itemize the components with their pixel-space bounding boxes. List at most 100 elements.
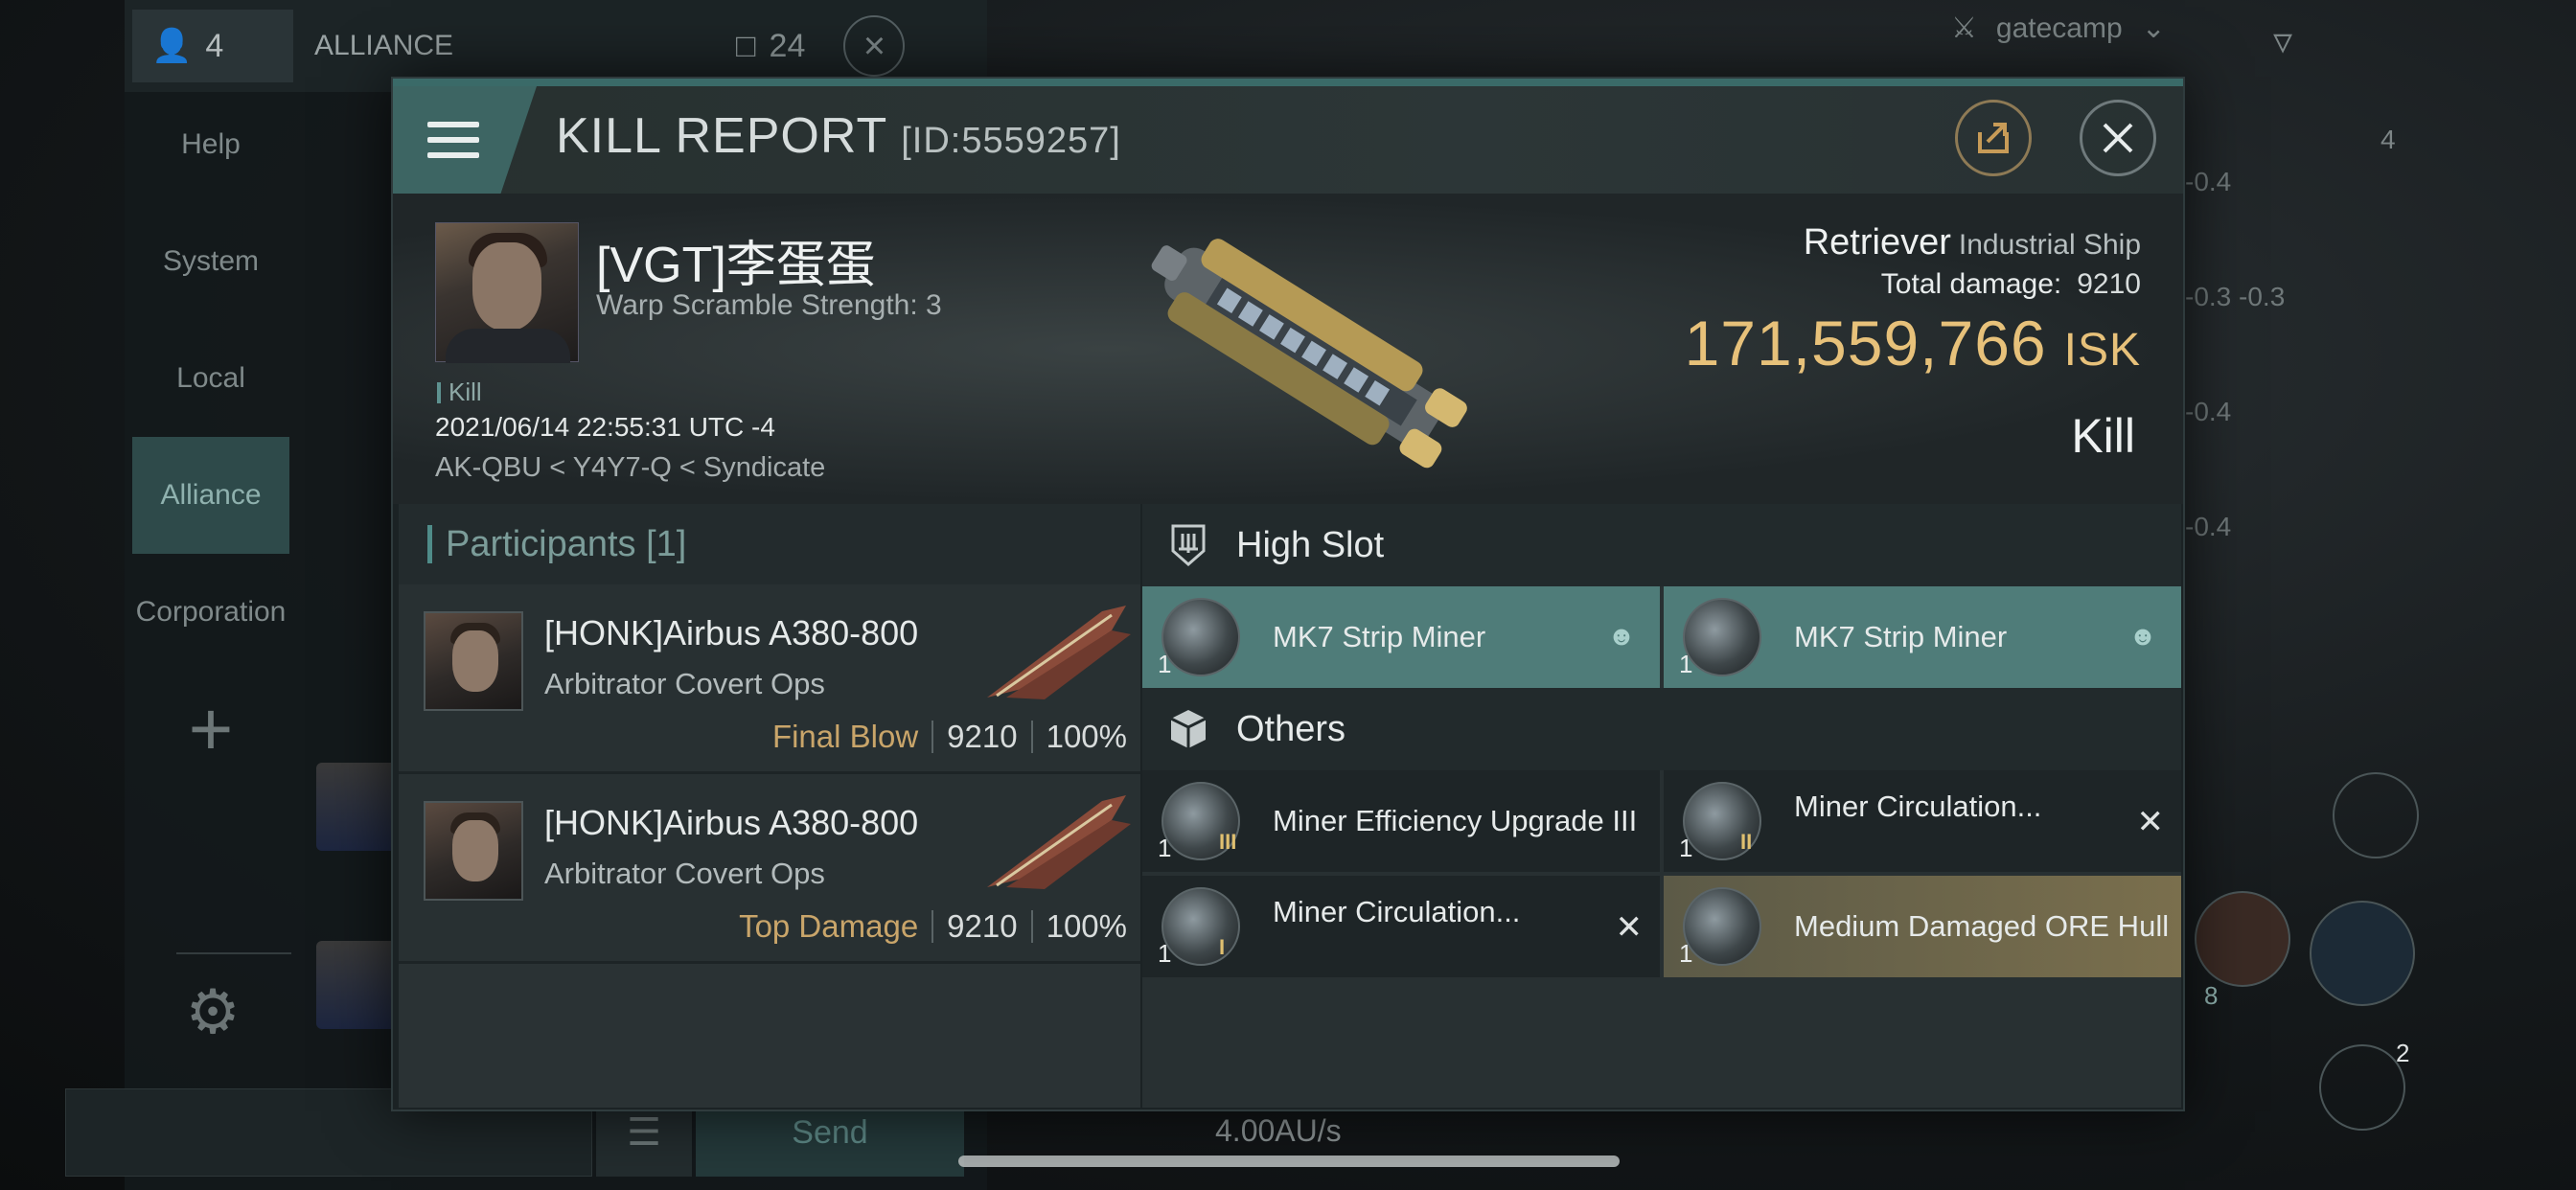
nav-help[interactable]: Help xyxy=(125,86,297,203)
module-qty: 1 xyxy=(1679,939,1693,968)
person-icon: 👤 xyxy=(151,28,193,64)
module-item[interactable]: 1 II Miner Circulation... ✕ xyxy=(1664,770,2181,872)
high-slot-header: High Slot xyxy=(1142,504,2181,586)
participant-stats: Top Damage 9210 100% xyxy=(739,908,1127,945)
kill-timestamp: 2021/06/14 22:55:31 UTC -4 xyxy=(435,412,775,442)
kill-result: Kill xyxy=(2071,409,2135,463)
high-slot-icon xyxy=(1171,524,1206,566)
channel-title: ALLIANCE xyxy=(314,30,454,61)
participants-panel: Participants [1] [HONK]Airbus A380-800 A… xyxy=(399,504,1140,1108)
avatar[interactable] xyxy=(316,941,397,1029)
module-slot[interactable] xyxy=(2319,1044,2405,1131)
nav-corporation[interactable]: Corporation xyxy=(125,554,297,671)
module-tier: II xyxy=(1740,830,1753,854)
participant-damage: 9210 xyxy=(947,719,1018,754)
share-button[interactable] xyxy=(1955,100,2032,176)
participant-role: Top Damage xyxy=(739,908,919,944)
participants-header: Participants [1] xyxy=(399,504,1140,584)
module-name: Medium Damaged ORE Hull xyxy=(1794,909,2170,943)
nav-local[interactable]: Local xyxy=(125,320,297,437)
chat-channel-nav: Help System Local Alliance Corporation + xyxy=(125,86,297,788)
share-icon xyxy=(1978,123,2009,153)
hull-icon xyxy=(1683,887,1761,966)
nav-system[interactable]: System xyxy=(125,203,297,320)
module-slot-count: 2 xyxy=(2396,1039,2410,1067)
module-item[interactable]: 1 Medium Damaged ORE Hull xyxy=(1664,876,2181,977)
kill-summary: [VGT]李蛋蛋 Warp Scramble Strength: 3 Kill … xyxy=(393,194,2183,504)
member-count: 4 xyxy=(205,27,224,64)
module-name: Miner Circulation... xyxy=(1794,790,2042,823)
victim-portrait[interactable] xyxy=(435,222,579,363)
menu-button[interactable] xyxy=(393,86,537,194)
chat-count[interactable]: □ 24 xyxy=(736,28,805,65)
victim-ship-image[interactable] xyxy=(1112,203,1495,491)
close-button[interactable] xyxy=(2080,100,2156,176)
crossed-swords-icon[interactable]: ⚔ xyxy=(1951,11,1977,45)
module-name: Miner Efficiency Upgrade III xyxy=(1273,804,1638,837)
nav-divider xyxy=(176,952,291,954)
hud-badge: 4 xyxy=(2380,125,2396,154)
close-icon: × xyxy=(862,24,886,67)
chat-window-icon: □ xyxy=(736,27,756,64)
kill-report-header: KILL REPORT [ID:5559257] xyxy=(393,86,2183,194)
person-icon: ☻ xyxy=(2128,621,2157,651)
person-icon: ☻ xyxy=(1607,621,1636,651)
others-grid: 1 III Miner Efficiency Upgrade III 1 II … xyxy=(1142,770,2181,977)
module-slot[interactable] xyxy=(2195,891,2290,987)
participant-ship: Arbitrator Covert Ops xyxy=(544,667,825,700)
close-icon xyxy=(2103,123,2133,153)
cargo-box-icon xyxy=(1170,710,1207,748)
filter-label[interactable]: gatecamp xyxy=(1996,12,2123,45)
nav-alliance[interactable]: Alliance xyxy=(132,437,289,554)
module-item[interactable]: 1 MK7 Strip Miner ☻ xyxy=(1664,586,2181,688)
avatar[interactable] xyxy=(316,763,397,851)
chevron-down-icon[interactable]: ⌄ xyxy=(2142,11,2166,45)
module-item[interactable]: 1 MK7 Strip Miner ☻ xyxy=(1142,586,1660,688)
module-slot[interactable] xyxy=(2310,901,2415,1006)
hud-overview-values: -0.4 -0.3 -0.3 -0.4 -0.4 xyxy=(2185,167,2286,541)
module-tier: I xyxy=(1219,935,1226,959)
rig-icon xyxy=(1162,887,1240,966)
participant-ship-image xyxy=(987,795,1131,889)
module-qty: 1 xyxy=(1158,939,1172,968)
strip-miner-icon xyxy=(1683,598,1761,676)
participant-row[interactable]: [HONK]Airbus A380-800 Arbitrator Covert … xyxy=(399,774,1140,964)
isk-value: 171,559,766 ISK xyxy=(1684,308,2141,378)
module-name: MK7 Strip Miner xyxy=(1273,620,1486,653)
hamburger-icon xyxy=(427,122,479,158)
module-qty: 1 xyxy=(1158,834,1172,862)
participant-ship-image xyxy=(987,606,1131,699)
participant-percent: 100% xyxy=(1046,719,1127,754)
member-count-box[interactable]: 👤 4 xyxy=(132,10,293,82)
participant-ship: Arbitrator Covert Ops xyxy=(544,857,825,890)
fitting-panel: High Slot 1 MK7 Strip Miner ☻ 1 MK7 Stri… xyxy=(1142,504,2181,1108)
participant-damage: 9210 xyxy=(947,908,1018,944)
add-channel-button[interactable]: + xyxy=(125,671,297,788)
module-qty: 1 xyxy=(1679,650,1693,678)
others-header: Others xyxy=(1142,688,2181,770)
participant-percent: 100% xyxy=(1046,908,1127,944)
ship-speed: 4.00AU/s xyxy=(1215,1113,1342,1148)
ship-name[interactable]: Retriever Industrial Ship xyxy=(1804,222,2141,263)
kill-location[interactable]: AK-QBU < Y4Y7-Q < Syndicate xyxy=(435,452,825,484)
victim-name[interactable]: [VGT]李蛋蛋 xyxy=(596,224,876,296)
kill-report-window: KILL REPORT [ID:5559257] [VGT]李蛋蛋 Warp Sc… xyxy=(391,77,2185,1111)
ship-class: Industrial Ship xyxy=(1958,229,2141,261)
participant-row[interactable]: [HONK]Airbus A380-800 Arbitrator Covert … xyxy=(399,584,1140,774)
page-title: KILL REPORT [ID:5559257] xyxy=(556,108,1121,164)
module-item[interactable]: 1 III Miner Efficiency Upgrade III xyxy=(1142,770,1660,872)
module-tier: III xyxy=(1219,830,1237,854)
module-name: Miner Circulation... xyxy=(1273,895,1521,928)
chat-close-button[interactable]: × xyxy=(843,15,906,77)
module-qty: 1 xyxy=(1158,650,1172,678)
home-indicator xyxy=(958,1156,1620,1167)
avatar[interactable] xyxy=(424,801,523,901)
swap-button[interactable] xyxy=(2333,772,2419,858)
module-qty: 1 xyxy=(1679,834,1693,862)
avatar[interactable] xyxy=(424,611,523,711)
destroyed-icon: ✕ xyxy=(1615,909,1644,946)
funnel-filter-icon[interactable]: ▿ xyxy=(2273,19,2292,63)
gear-icon[interactable]: ⚙ xyxy=(174,973,251,1050)
warp-scramble-strength: Warp Scramble Strength: 3 xyxy=(596,289,942,321)
module-item[interactable]: 1 I Miner Circulation... ✕ xyxy=(1142,876,1660,977)
